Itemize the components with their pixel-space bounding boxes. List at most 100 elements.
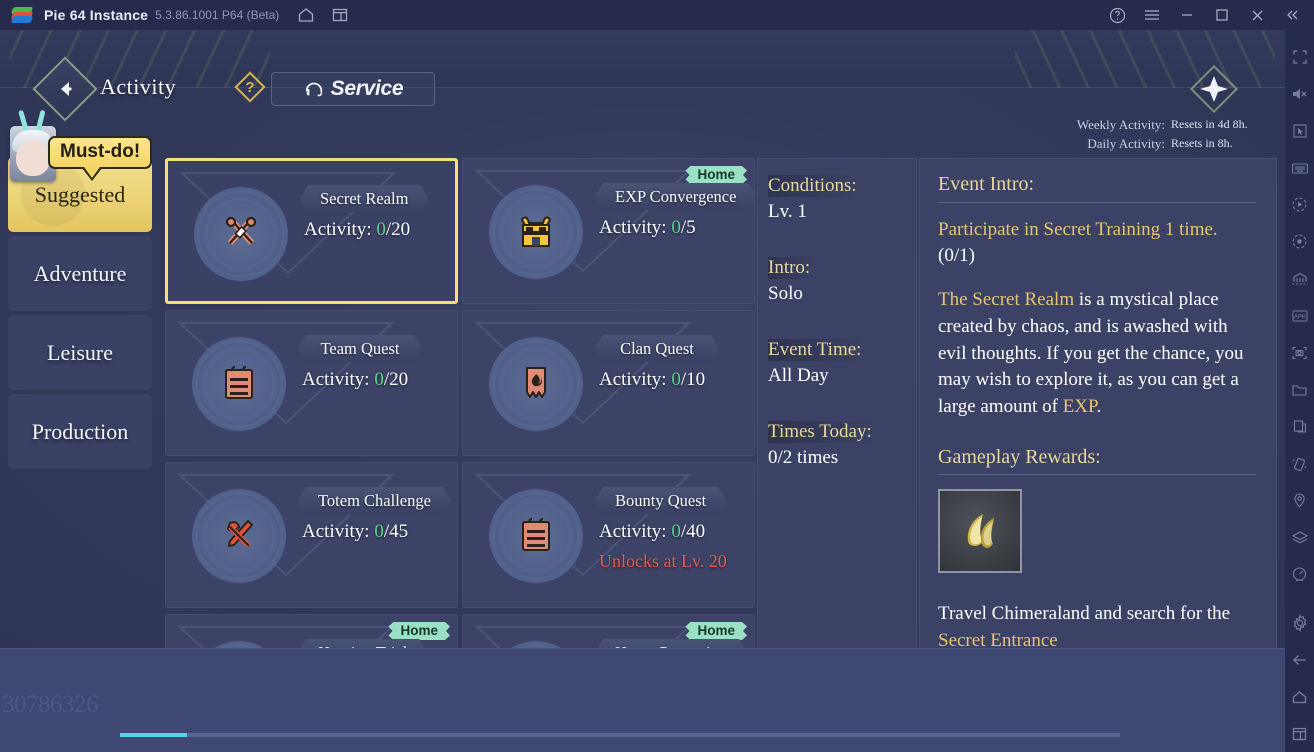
activity-progress-bar: 30786326 30 60	[0, 648, 1285, 752]
screenshot-icon[interactable]	[1285, 334, 1314, 371]
activity-max: /10	[680, 369, 706, 390]
category-label: Adventure	[33, 260, 127, 286]
window-controls	[1101, 0, 1308, 30]
body-text-end: .	[1096, 395, 1102, 417]
multi-instance-manager-icon[interactable]	[1285, 260, 1314, 297]
event-task-text: Participate in Secret Training 1 time. (…	[938, 217, 1256, 269]
recents-icon[interactable]	[1285, 715, 1314, 752]
minimize-icon[interactable]	[1171, 1, 1203, 29]
activity-name: Secret Realm	[300, 185, 428, 212]
bluestacks-sidebar: APK	[1285, 30, 1314, 752]
activity-card[interactable]: Team Quest Activity: 0/20	[165, 310, 458, 456]
close-panel-button[interactable]	[1189, 64, 1239, 114]
activity-icon-orb	[489, 185, 583, 279]
activity-icon-orb	[489, 489, 583, 583]
event-body-text: The Secret Realm is a mystical place cre…	[938, 287, 1256, 420]
copy-icon[interactable]	[1285, 408, 1314, 445]
pointer-icon[interactable]	[1285, 112, 1314, 149]
timer-row: Weekly Activity: Resets in 4d 8h.	[1077, 116, 1267, 135]
shake-icon[interactable]	[1285, 445, 1314, 482]
reward-item-slot[interactable]	[938, 489, 1022, 574]
times-today-value: 0/2 times	[768, 447, 839, 468]
activity-list[interactable]: Secret Realm Activity: 0/20 Home EXP Conv…	[165, 158, 755, 674]
maximize-icon[interactable]	[1206, 1, 1238, 29]
crossed-weapons-icon	[218, 209, 264, 260]
activity-current: 0	[374, 369, 384, 390]
activity-max: /20	[383, 369, 409, 390]
titlebar-icon-group	[297, 6, 349, 24]
close-icon[interactable]	[1241, 1, 1273, 29]
macro-play-icon[interactable]	[1285, 186, 1314, 223]
settings-icon[interactable]	[1285, 604, 1314, 641]
bluestacks-logo-icon	[10, 6, 34, 24]
home-tag: Home	[388, 622, 450, 640]
banner-flame-icon	[513, 359, 559, 410]
home-tag: Home	[685, 622, 747, 640]
activity-name: Team Quest	[298, 335, 422, 362]
conditions-value: Lv. 1	[768, 201, 807, 222]
help-button[interactable]: ?	[234, 71, 266, 103]
footer-text: Travel Chimeraland and search for the	[938, 603, 1231, 625]
back-arrow-icon[interactable]	[55, 78, 77, 100]
progress-track	[120, 733, 1120, 737]
help-icon[interactable]	[1101, 1, 1133, 29]
divider	[938, 202, 1256, 203]
activity-name: Bounty Quest	[595, 487, 726, 514]
service-button[interactable]: Service	[271, 72, 435, 106]
detail-panel: Conditions: Lv. 1 Intro: Solo Event Time…	[757, 158, 1277, 674]
intro-header: Intro:	[768, 257, 815, 279]
weekly-timer-value: Resets in 4d 8h.	[1171, 117, 1248, 131]
activity-current: 0	[374, 521, 384, 542]
category-tab-production[interactable]: Production	[8, 394, 152, 469]
category-tabs: Suggested Adventure Leisure Production	[8, 157, 152, 473]
layers-icon[interactable]	[1285, 519, 1314, 556]
home-icon[interactable]	[1285, 678, 1314, 715]
must-do-label: Must-do!	[48, 136, 153, 181]
mute-icon[interactable]	[1285, 75, 1314, 112]
category-tab-leisure[interactable]: Leisure	[8, 315, 152, 390]
home-icon[interactable]	[297, 6, 315, 24]
collapse-icon[interactable]	[1276, 1, 1308, 29]
task-description: Participate in Secret Training 1 time.	[938, 219, 1218, 240]
activity-max: /5	[680, 217, 696, 238]
daily-timer-label: Daily Activity:	[1087, 135, 1165, 151]
body-highlight-exp: EXP	[1062, 395, 1097, 417]
activity-card[interactable]: Secret Realm Activity: 0/20	[165, 158, 458, 304]
location-icon[interactable]	[1285, 482, 1314, 519]
page-title: Activity	[100, 74, 177, 99]
activity-card[interactable]: Clan Quest Activity: 0/10	[462, 310, 755, 456]
divider	[938, 474, 1256, 476]
event-intro-column: Event Intro: Participate in Secret Train…	[919, 158, 1277, 674]
app-root: Pie 64 Instance 5.3.86.1001 P64 (Beta) A…	[0, 0, 1314, 752]
apk-install-icon[interactable]: APK	[1285, 297, 1314, 334]
menu-icon[interactable]	[1136, 1, 1168, 29]
activity-card[interactable]: Bounty Quest Activity: 0/40 Unlocks at Lv.…	[462, 462, 755, 608]
activity-card[interactable]: Home EXP Convergence Activity: 0/5	[462, 158, 755, 304]
activity-grid: Secret Realm Activity: 0/20 Home EXP Conv…	[165, 158, 755, 674]
activity-icon-orb	[192, 489, 286, 583]
category-label: Suggested	[34, 181, 126, 207]
event-time-value: All Day	[768, 365, 829, 386]
category-tab-adventure[interactable]: Adventure	[8, 236, 152, 311]
back-icon[interactable]	[1285, 641, 1314, 678]
golden-feather-icon	[967, 514, 994, 549]
activity-icon-orb	[192, 337, 286, 431]
gyro-icon[interactable]	[1285, 556, 1314, 593]
event-footer-text: Travel Chimeraland and search for the Se…	[938, 601, 1256, 654]
activity-name: EXP Convergence	[595, 183, 755, 210]
activity-name: Totem Challenge	[298, 487, 451, 514]
progress-fill	[120, 733, 187, 737]
activity-progress: Activity: 0/20	[304, 219, 411, 240]
keyboard-icon[interactable]	[1285, 149, 1314, 186]
macro-record-icon[interactable]	[1285, 223, 1314, 260]
activity-current: 0	[671, 369, 681, 390]
activity-name: Clan Quest	[595, 335, 719, 362]
game-viewport: Activity ? Service Weekly Activity: Rese…	[0, 30, 1285, 752]
fullscreen-icon[interactable]	[1285, 38, 1314, 75]
body-highlight: The Secret Realm	[938, 289, 1075, 311]
header-chevron-decor-right	[1015, 30, 1275, 88]
must-do-badge: Must-do!	[10, 109, 153, 182]
multi-instance-icon[interactable]	[331, 6, 349, 24]
folder-icon[interactable]	[1285, 371, 1314, 408]
activity-card[interactable]: Totem Challenge Activity: 0/45	[165, 462, 458, 608]
